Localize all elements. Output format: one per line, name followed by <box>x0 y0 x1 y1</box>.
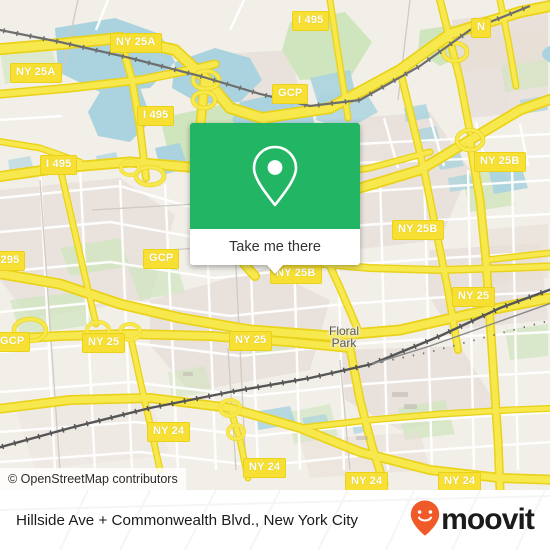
road-shield-gcp-2[interactable]: GCP <box>143 249 180 269</box>
road-shield-gcp-3[interactable]: GCP <box>0 332 31 352</box>
bottom-info-bar: Hillside Ave + Commonwealth Blvd., New Y… <box>0 490 550 550</box>
moovit-pin-smile-icon <box>410 500 440 541</box>
road-shield-ny-24-1[interactable]: NY 24 <box>147 422 191 442</box>
map-canvas[interactable]: Floral Park NY 25A NY 25A I 495 N GCP I … <box>0 0 550 490</box>
road-shield-i-295[interactable]: I 295 <box>0 251 26 271</box>
road-shield-ny-25b-2[interactable]: NY 25B <box>392 220 444 240</box>
road-shield-ny-25-3[interactable]: NY 25 <box>229 331 273 351</box>
location-popup-card[interactable]: Take me there <box>190 123 360 274</box>
popup-icon-area <box>190 123 360 229</box>
road-shield-i-495-2[interactable]: I 495 <box>137 106 175 126</box>
map-pin-icon <box>248 143 302 209</box>
road-shield-ny-25a-2[interactable]: NY 25A <box>10 63 62 83</box>
road-shield-n[interactable]: N <box>471 18 492 38</box>
moovit-map-screenshot: Floral Park NY 25A NY 25A I 495 N GCP I … <box>0 0 550 550</box>
take-me-there-button[interactable]: Take me there <box>190 229 360 274</box>
road-shield-ny-24-3[interactable]: NY 24 <box>345 472 389 490</box>
popup-pointer-tail <box>266 264 284 274</box>
road-shield-ny-25-1[interactable]: NY 25 <box>452 287 496 307</box>
road-shield-ny-24-2[interactable]: NY 24 <box>243 458 287 478</box>
road-shield-ny-25a-1[interactable]: NY 25A <box>110 33 162 53</box>
moovit-logo[interactable]: moovit <box>410 500 535 541</box>
road-shield-i-495-3[interactable]: I 495 <box>40 155 78 175</box>
take-me-there-label: Take me there <box>229 239 321 255</box>
road-shield-ny-25-2[interactable]: NY 25 <box>82 333 126 353</box>
road-shield-gcp-1[interactable]: GCP <box>272 84 309 104</box>
location-address: Hillside Ave + Commonwealth Blvd., New Y… <box>16 511 359 529</box>
road-shield-ny-25b-1[interactable]: NY 25B <box>474 152 526 172</box>
osm-attribution[interactable]: © OpenStreetMap contributors <box>0 468 186 490</box>
moovit-wordmark: moovit <box>441 503 535 536</box>
road-shield-ny-24-4[interactable]: NY 24 <box>438 472 482 490</box>
road-shield-i-495-1[interactable]: I 495 <box>292 11 330 31</box>
